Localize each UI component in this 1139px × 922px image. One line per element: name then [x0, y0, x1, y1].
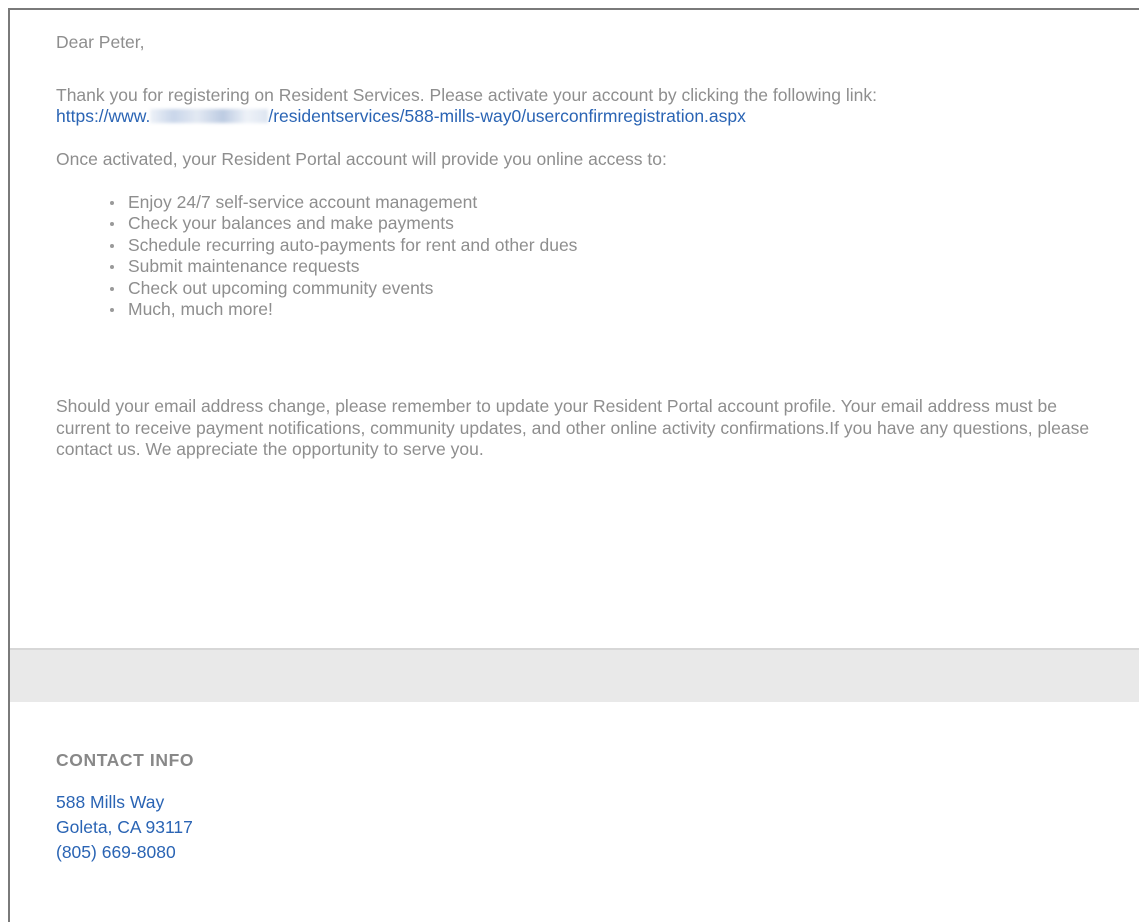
feature-item: Check out upcoming community events — [110, 278, 1139, 299]
activation-link-prefix: https://www. — [56, 106, 151, 126]
feature-item: Submit maintenance requests — [110, 256, 1139, 277]
intro-text: Thank you for registering on Resident Se… — [56, 85, 877, 105]
contact-heading: CONTACT INFO — [56, 750, 195, 770]
address-line-1[interactable]: 588 Mills Way — [56, 790, 194, 815]
divider-band — [10, 648, 1139, 702]
feature-item: Enjoy 24/7 self-service account manageme… — [110, 192, 1139, 213]
email-frame: Dear Peter, Thank you for registering on… — [8, 8, 1139, 922]
activation-link[interactable]: https://www. /residentservices/588-mills-… — [56, 106, 1101, 127]
phone-number[interactable]: (805) 669-8080 — [56, 840, 194, 865]
contact-lines: 588 Mills Way Goleta, CA 93117 (805) 669… — [56, 790, 194, 865]
greeting: Dear Peter, — [56, 32, 145, 52]
feature-item: Schedule recurring auto-payments for ren… — [110, 235, 1139, 256]
closing-paragraph: Should your email address change, please… — [56, 396, 1090, 460]
features-list: Enjoy 24/7 self-service account manageme… — [56, 192, 1139, 320]
features-intro: Once activated, your Resident Portal acc… — [56, 149, 667, 169]
address-line-2[interactable]: Goleta, CA 93117 — [56, 815, 194, 840]
intro-paragraph: Thank you for registering on Resident Se… — [56, 85, 1101, 127]
feature-item: Much, much more! — [110, 299, 1139, 320]
email-body: Dear Peter, Thank you for registering on… — [10, 10, 1139, 648]
redacted-domain — [150, 109, 269, 123]
contact-info-footer: CONTACT INFO 588 Mills Way Goleta, CA 93… — [56, 750, 194, 865]
feature-item: Check your balances and make payments — [110, 213, 1139, 234]
activation-link-suffix: /residentservices/588-mills-way0/usercon… — [268, 106, 746, 126]
